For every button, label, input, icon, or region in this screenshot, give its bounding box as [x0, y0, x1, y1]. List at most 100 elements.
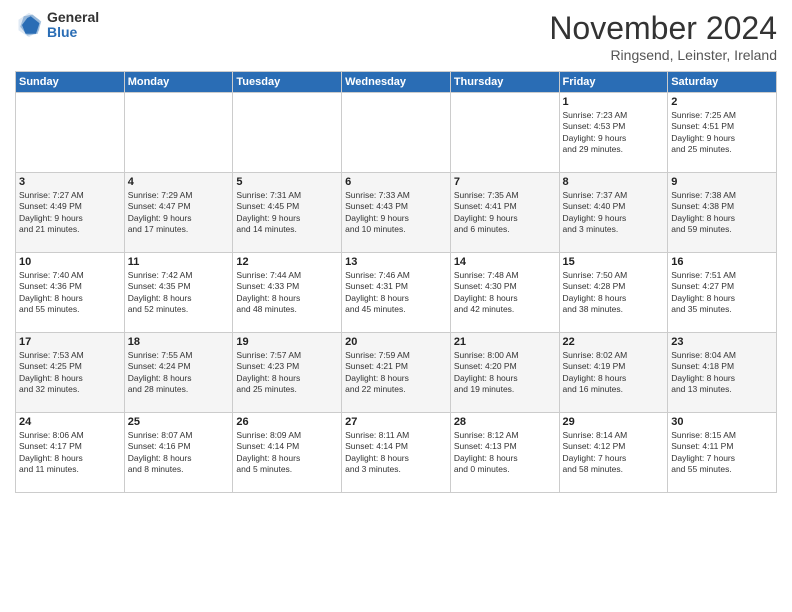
day-number: 14: [454, 256, 556, 268]
col-friday: Friday: [559, 72, 668, 93]
day-info: Sunrise: 7:31 AM Sunset: 4:45 PM Dayligh…: [236, 190, 338, 236]
day-number: 4: [128, 176, 230, 188]
day-number: 29: [563, 416, 665, 428]
day-info: Sunrise: 7:59 AM Sunset: 4:21 PM Dayligh…: [345, 350, 447, 396]
day-info: Sunrise: 7:23 AM Sunset: 4:53 PM Dayligh…: [563, 110, 665, 156]
header: General Blue November 2024 Ringsend, Lei…: [15, 10, 777, 63]
table-row: 15 Sunrise: 7:50 AM Sunset: 4:28 PM Dayli…: [559, 253, 668, 333]
day-info: Sunrise: 8:07 AM Sunset: 4:16 PM Dayligh…: [128, 430, 230, 476]
day-number: 30: [671, 416, 773, 428]
table-row: 8Sunrise: 7:37 AM Sunset: 4:40 PM Daylig…: [559, 173, 668, 253]
table-row: 1 Sunrise: 7:23 AM Sunset: 4:53 PM Daylig…: [559, 93, 668, 173]
logo: General Blue: [15, 10, 99, 41]
day-number: 21: [454, 336, 556, 348]
day-info: Sunrise: 7:50 AM Sunset: 4:28 PM Dayligh…: [563, 270, 665, 316]
table-row: [124, 93, 233, 173]
calendar: Sunday Monday Tuesday Wednesday Thursday…: [15, 71, 777, 493]
month-title: November 2024: [549, 10, 777, 47]
day-info: Sunrise: 7:42 AM Sunset: 4:35 PM Dayligh…: [128, 270, 230, 316]
day-number: 17: [19, 336, 121, 348]
page: General Blue November 2024 Ringsend, Lei…: [0, 0, 792, 612]
day-info: Sunrise: 8:06 AM Sunset: 4:17 PM Dayligh…: [19, 430, 121, 476]
logo-general-text: General: [47, 10, 99, 25]
day-number: 16: [671, 256, 773, 268]
day-info: Sunrise: 7:37 AM Sunset: 4:40 PM Dayligh…: [563, 190, 665, 236]
table-row: 23 Sunrise: 8:04 AM Sunset: 4:18 PM Dayli…: [668, 333, 777, 413]
table-row: 5 Sunrise: 7:31 AM Sunset: 4:45 PM Daylig…: [233, 173, 342, 253]
logo-icon: [15, 11, 43, 39]
day-number: 11: [128, 256, 230, 268]
col-wednesday: Wednesday: [342, 72, 451, 93]
day-number: 18: [128, 336, 230, 348]
table-row: 4Sunrise: 7:29 AM Sunset: 4:47 PM Daylig…: [124, 173, 233, 253]
table-row: 29 Sunrise: 8:14 AM Sunset: 4:12 PM Dayli…: [559, 413, 668, 493]
title-block: November 2024 Ringsend, Leinster, Irelan…: [549, 10, 777, 63]
day-info: Sunrise: 7:55 AM Sunset: 4:24 PM Dayligh…: [128, 350, 230, 396]
table-row: [450, 93, 559, 173]
table-row: 16 Sunrise: 7:51 AM Sunset: 4:27 PM Dayli…: [668, 253, 777, 333]
table-row: 22Sunrise: 8:02 AM Sunset: 4:19 PM Dayli…: [559, 333, 668, 413]
day-number: 1: [563, 96, 665, 108]
day-info: Sunrise: 7:44 AM Sunset: 4:33 PM Dayligh…: [236, 270, 338, 316]
table-row: 24Sunrise: 8:06 AM Sunset: 4:17 PM Dayli…: [16, 413, 125, 493]
day-number: 2: [671, 96, 773, 108]
table-row: 9 Sunrise: 7:38 AM Sunset: 4:38 PM Daylig…: [668, 173, 777, 253]
day-info: Sunrise: 7:35 AM Sunset: 4:41 PM Dayligh…: [454, 190, 556, 236]
calendar-week-row: 1 Sunrise: 7:23 AM Sunset: 4:53 PM Daylig…: [16, 93, 777, 173]
day-info: Sunrise: 8:14 AM Sunset: 4:12 PM Dayligh…: [563, 430, 665, 476]
day-number: 26: [236, 416, 338, 428]
calendar-header-row: Sunday Monday Tuesday Wednesday Thursday…: [16, 72, 777, 93]
day-info: Sunrise: 7:27 AM Sunset: 4:49 PM Dayligh…: [19, 190, 121, 236]
table-row: 7 Sunrise: 7:35 AM Sunset: 4:41 PM Daylig…: [450, 173, 559, 253]
table-row: 3Sunrise: 7:27 AM Sunset: 4:49 PM Daylig…: [16, 173, 125, 253]
table-row: 14Sunrise: 7:48 AM Sunset: 4:30 PM Dayli…: [450, 253, 559, 333]
day-info: Sunrise: 7:53 AM Sunset: 4:25 PM Dayligh…: [19, 350, 121, 396]
table-row: 11 Sunrise: 7:42 AM Sunset: 4:35 PM Dayli…: [124, 253, 233, 333]
day-number: 28: [454, 416, 556, 428]
day-info: Sunrise: 8:04 AM Sunset: 4:18 PM Dayligh…: [671, 350, 773, 396]
day-info: Sunrise: 7:40 AM Sunset: 4:36 PM Dayligh…: [19, 270, 121, 316]
table-row: 10Sunrise: 7:40 AM Sunset: 4:36 PM Dayli…: [16, 253, 125, 333]
day-number: 5: [236, 176, 338, 188]
table-row: 28 Sunrise: 8:12 AM Sunset: 4:13 PM Dayli…: [450, 413, 559, 493]
table-row: 19 Sunrise: 7:57 AM Sunset: 4:23 PM Dayli…: [233, 333, 342, 413]
day-number: 6: [345, 176, 447, 188]
day-info: Sunrise: 7:46 AM Sunset: 4:31 PM Dayligh…: [345, 270, 447, 316]
day-number: 20: [345, 336, 447, 348]
logo-blue-text: Blue: [47, 25, 99, 40]
day-info: Sunrise: 7:25 AM Sunset: 4:51 PM Dayligh…: [671, 110, 773, 156]
day-number: 12: [236, 256, 338, 268]
col-thursday: Thursday: [450, 72, 559, 93]
col-monday: Monday: [124, 72, 233, 93]
day-info: Sunrise: 7:51 AM Sunset: 4:27 PM Dayligh…: [671, 270, 773, 316]
day-number: 23: [671, 336, 773, 348]
table-row: 2 Sunrise: 7:25 AM Sunset: 4:51 PM Daylig…: [668, 93, 777, 173]
table-row: [342, 93, 451, 173]
table-row: 21 Sunrise: 8:00 AM Sunset: 4:20 PM Dayli…: [450, 333, 559, 413]
day-info: Sunrise: 8:15 AM Sunset: 4:11 PM Dayligh…: [671, 430, 773, 476]
day-number: 22: [563, 336, 665, 348]
table-row: 27Sunrise: 8:11 AM Sunset: 4:14 PM Dayli…: [342, 413, 451, 493]
col-tuesday: Tuesday: [233, 72, 342, 93]
table-row: 18 Sunrise: 7:55 AM Sunset: 4:24 PM Dayli…: [124, 333, 233, 413]
day-number: 15: [563, 256, 665, 268]
calendar-week-row: 10Sunrise: 7:40 AM Sunset: 4:36 PM Dayli…: [16, 253, 777, 333]
day-info: Sunrise: 8:00 AM Sunset: 4:20 PM Dayligh…: [454, 350, 556, 396]
table-row: 17 Sunrise: 7:53 AM Sunset: 4:25 PM Dayli…: [16, 333, 125, 413]
day-number: 7: [454, 176, 556, 188]
day-info: Sunrise: 7:57 AM Sunset: 4:23 PM Dayligh…: [236, 350, 338, 396]
col-saturday: Saturday: [668, 72, 777, 93]
day-number: 9: [671, 176, 773, 188]
col-sunday: Sunday: [16, 72, 125, 93]
table-row: [16, 93, 125, 173]
table-row: 12 Sunrise: 7:44 AM Sunset: 4:33 PM Dayli…: [233, 253, 342, 333]
table-row: 30 Sunrise: 8:15 AM Sunset: 4:11 PM Dayli…: [668, 413, 777, 493]
table-row: 26Sunrise: 8:09 AM Sunset: 4:14 PM Dayli…: [233, 413, 342, 493]
day-info: Sunrise: 8:12 AM Sunset: 4:13 PM Dayligh…: [454, 430, 556, 476]
table-row: 13 Sunrise: 7:46 AM Sunset: 4:31 PM Dayli…: [342, 253, 451, 333]
day-number: 13: [345, 256, 447, 268]
day-info: Sunrise: 7:38 AM Sunset: 4:38 PM Dayligh…: [671, 190, 773, 236]
calendar-week-row: 24Sunrise: 8:06 AM Sunset: 4:17 PM Dayli…: [16, 413, 777, 493]
day-number: 19: [236, 336, 338, 348]
table-row: [233, 93, 342, 173]
